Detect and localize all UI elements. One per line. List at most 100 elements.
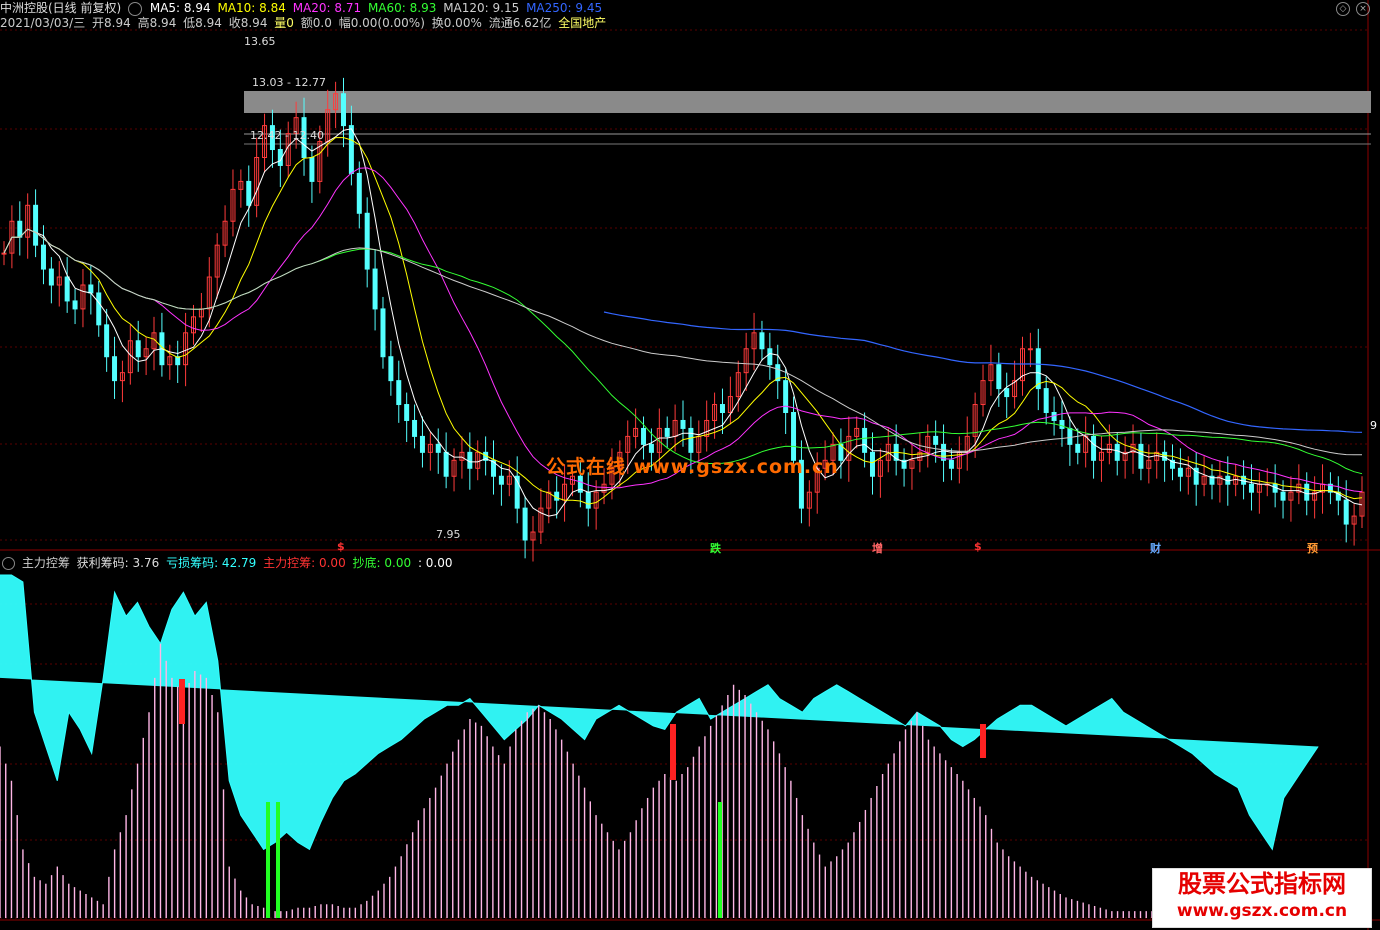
candle — [1343, 499, 1349, 525]
candle — [1138, 443, 1144, 469]
candle — [72, 300, 78, 310]
candle — [933, 435, 939, 445]
candle — [135, 340, 141, 358]
candle — [1027, 348, 1033, 351]
candle — [1075, 443, 1081, 453]
candle — [104, 324, 110, 358]
candle — [767, 348, 773, 366]
candle — [17, 220, 23, 238]
bottom-fishing-bar — [718, 802, 722, 918]
profit-chips-legend: 获利筹码: 3.76 — [76, 556, 160, 570]
candle — [112, 356, 118, 382]
candle — [1304, 483, 1310, 501]
candle — [783, 380, 789, 413]
zone-top-label: 13.03 - 12.77 — [252, 76, 326, 89]
candle — [64, 276, 70, 302]
candle — [388, 356, 394, 382]
candle — [554, 491, 560, 501]
quote-line: 2021/03/03/三 开8.94 高8.94 低8.94 收8.94 量0 … — [0, 15, 609, 31]
candle — [1091, 435, 1097, 461]
ma120-legend: MA120: 9.15 — [443, 1, 520, 15]
candle — [309, 157, 315, 182]
candle — [341, 93, 346, 127]
candle — [48, 268, 54, 286]
signal-marker[interactable]: $ — [337, 540, 345, 553]
candle — [33, 204, 39, 246]
candle — [688, 427, 694, 453]
candle — [498, 475, 504, 485]
candle — [585, 491, 591, 509]
main-control-bar — [179, 679, 185, 724]
candle — [1280, 491, 1286, 501]
signal-marker[interactable]: 跌 — [710, 540, 721, 556]
candle — [996, 364, 1002, 390]
settings-circle-icon[interactable] — [2, 557, 15, 570]
candle — [862, 427, 868, 453]
signal-marker[interactable]: 增 — [872, 540, 883, 556]
candle — [869, 451, 875, 477]
candle — [1035, 348, 1041, 390]
candle — [419, 435, 425, 453]
stock-title: 中洲控股(日线 前复权) — [0, 1, 122, 15]
quote-amount: 额0.0 — [300, 16, 332, 30]
candle — [1, 252, 7, 255]
candle — [641, 427, 647, 445]
high-price-label: 13.65 — [244, 35, 276, 48]
watermark-title: 股票公式指标网 — [1178, 870, 1346, 898]
quote-open: 开8.94 — [92, 16, 131, 30]
main-chart-header: 中洲控股(日线 前复权) MA5: 8.94 MA10: 8.84 MA20: … — [0, 0, 605, 16]
candle — [1114, 443, 1120, 461]
candle — [412, 419, 418, 437]
candle — [372, 268, 378, 310]
quote-float: 流通6.62亿 — [488, 16, 552, 30]
bottom-fishing-bar — [266, 802, 270, 918]
watermark-corner: 股票公式指标网 www.gszx.com.cn — [1152, 868, 1372, 928]
candle — [246, 180, 252, 206]
quote-volume: 量0 — [274, 16, 294, 30]
candle — [348, 125, 354, 174]
ma20-legend: MA20: 8.71 — [292, 1, 362, 15]
candle — [443, 451, 449, 477]
candle — [435, 443, 441, 453]
signal-marker[interactable]: $ — [974, 540, 982, 553]
candle — [467, 451, 473, 469]
ma60-legend: MA60: 8.93 — [367, 1, 437, 15]
low-price-label: 7.95 — [436, 528, 461, 541]
signal-marker[interactable]: 财 — [1150, 540, 1161, 556]
candle — [404, 404, 410, 421]
window-control-icon[interactable]: ◇ — [1336, 2, 1350, 16]
quote-close: 收8.94 — [228, 16, 268, 30]
candle — [1248, 483, 1254, 493]
candle — [759, 332, 765, 350]
main-control-bar — [670, 724, 676, 780]
settings-circle-icon[interactable] — [128, 1, 143, 16]
candle — [1067, 427, 1073, 445]
quote-range: 幅0.00(0.00%) — [338, 16, 425, 30]
quote-turnover: 换0.00% — [431, 16, 482, 30]
watermark-center: 公式在线 www.gszx.com.cn — [546, 456, 839, 478]
candle — [1059, 419, 1065, 429]
indicator-title: 主力控筹 — [21, 556, 70, 570]
indicator-header: 主力控筹 获利筹码: 3.76 亏损筹码: 42.79 主力控筹: 0.00 抄… — [0, 555, 456, 571]
ma5-legend: MA5: 8.94 — [149, 1, 211, 15]
candle — [96, 292, 102, 326]
candle — [1043, 388, 1049, 413]
candle — [719, 404, 725, 413]
candle — [948, 459, 954, 469]
quote-date: 2021/03/03/三 — [0, 16, 86, 30]
candle — [664, 427, 670, 437]
candle — [396, 380, 402, 406]
main-control-legend: 主力控筹: 0.00 — [263, 556, 346, 570]
quote-low: 低8.94 — [183, 16, 222, 30]
quote-sector: 全国地产 — [558, 16, 607, 30]
candle — [356, 172, 362, 214]
signal-marker[interactable]: 预 — [1307, 540, 1318, 556]
ma10-legend: MA10: 8.84 — [217, 1, 286, 15]
candle — [88, 284, 94, 294]
right-price-tag: 9 — [1370, 419, 1377, 432]
ma10-line — [3, 137, 1363, 505]
candle — [364, 212, 370, 270]
candle — [380, 308, 386, 358]
close-icon[interactable]: × — [1356, 2, 1370, 16]
quote-high: 高8.94 — [137, 16, 177, 30]
